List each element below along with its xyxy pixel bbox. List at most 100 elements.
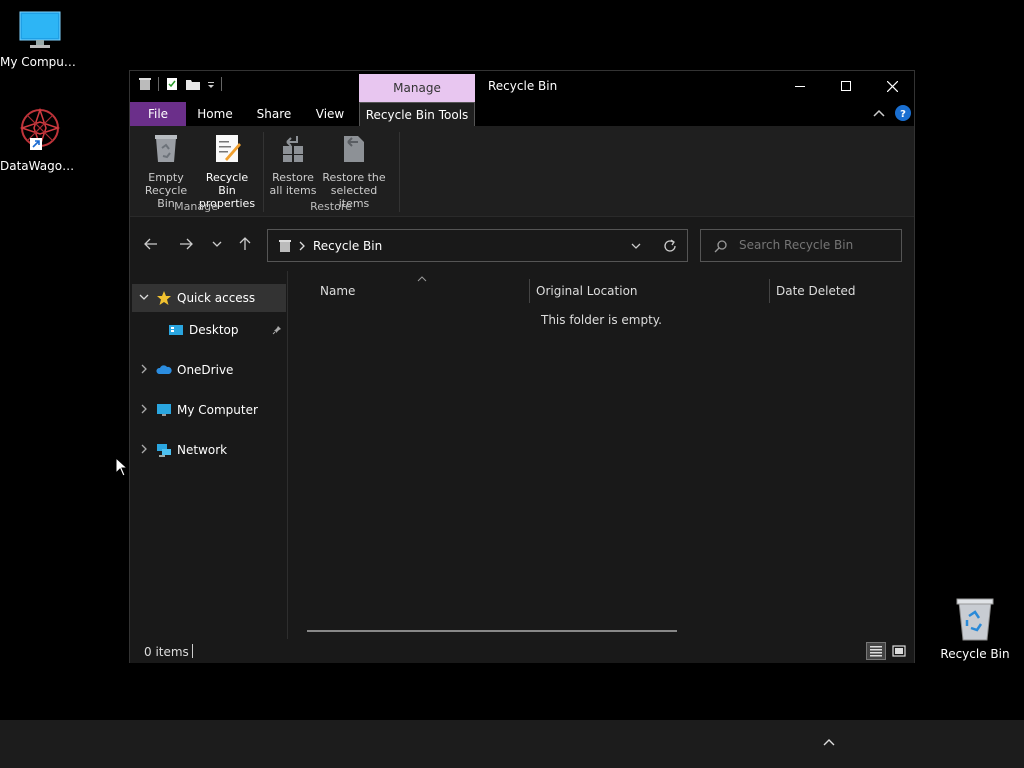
toolbar-separator — [221, 77, 222, 91]
close-button[interactable] — [869, 71, 915, 101]
address-path[interactable]: Recycle Bin — [313, 239, 382, 253]
star-icon — [157, 291, 171, 305]
nav-item-label: Network — [177, 443, 228, 457]
desktop-icon-label: DataWagon... — [0, 159, 80, 173]
minimize-icon — [795, 86, 805, 87]
empty-recycle-bin-icon — [155, 135, 177, 162]
ribbon-button-label: Recycle Bin — [205, 171, 249, 197]
properties-check-icon[interactable] — [165, 77, 179, 91]
chevron-up-icon — [823, 739, 835, 746]
chevron-right-icon[interactable] — [132, 444, 156, 457]
tab-recycle-bin-tools[interactable]: Recycle Bin Tools — [359, 102, 475, 126]
ribbon-button-label: Empty — [148, 171, 184, 184]
nav-item-desktop[interactable]: Desktop — [132, 316, 286, 344]
nav-item-label: Desktop — [189, 323, 239, 337]
large-icons-view-button[interactable] — [889, 642, 909, 660]
tab-file[interactable]: File — [130, 102, 186, 126]
tab-home[interactable]: Home — [192, 102, 238, 126]
column-separator[interactable] — [529, 279, 530, 303]
search-input[interactable] — [739, 238, 894, 252]
column-header-label: Date Deleted — [776, 284, 856, 298]
maximize-button[interactable] — [823, 71, 869, 101]
empty-recycle-bin-button[interactable]: Empty Recycle Bin — [135, 132, 197, 210]
restore-selected-items-button[interactable]: Restore the selected items — [316, 132, 392, 210]
desktop-icon-datawagon[interactable]: DataWagon... — [0, 106, 80, 173]
nav-item-label: OneDrive — [177, 363, 234, 377]
desktop-icon-label: My Computer — [0, 55, 80, 69]
status-bar: 0 items — [130, 639, 914, 663]
datawagon-shortcut-icon — [19, 107, 61, 150]
ribbon-tabs: File Home Share View Recycle Bin Tools ? — [130, 102, 914, 126]
column-header-label: Original Location — [536, 284, 638, 298]
help-button[interactable]: ? — [895, 105, 911, 121]
search-box[interactable] — [700, 229, 902, 262]
chevron-right-icon[interactable] — [132, 404, 156, 417]
customize-toolbar-chevron-icon[interactable] — [207, 77, 215, 91]
item-count: 0 items — [144, 645, 189, 659]
ribbon-separator — [399, 132, 400, 212]
desktop-icon-recycle-bin[interactable]: Recycle Bin — [935, 596, 1015, 661]
forward-button[interactable] — [176, 234, 196, 254]
close-icon — [886, 80, 898, 92]
restore-selected-icon — [344, 136, 364, 162]
contextual-tab-manage[interactable]: Manage — [359, 74, 475, 102]
recycle-bin-small-icon[interactable] — [138, 77, 152, 91]
recent-locations-button[interactable] — [207, 234, 227, 254]
arrow-right-icon — [180, 238, 193, 250]
column-header-label: Name — [320, 284, 356, 298]
show-hidden-icons-button[interactable] — [822, 736, 842, 752]
pin-icon[interactable] — [272, 325, 282, 335]
nav-item-onedrive[interactable]: OneDrive — [132, 356, 286, 384]
file-list: Name Original Location Date Deleted This… — [289, 271, 914, 639]
properties-icon — [216, 135, 241, 162]
desktop-icon-label: Recycle Bin — [940, 647, 1010, 661]
chevron-right-icon[interactable] — [132, 364, 156, 377]
column-header-name[interactable]: Name — [320, 277, 527, 305]
column-header-original-location[interactable]: Original Location — [536, 277, 766, 305]
nav-item-label: My Computer — [177, 403, 258, 417]
new-folder-icon[interactable] — [185, 77, 201, 91]
ribbon-group-restore-label: Restore — [310, 200, 352, 213]
details-view-icon — [870, 646, 882, 657]
minimize-button[interactable] — [777, 71, 823, 101]
toolbar-separator — [158, 77, 159, 91]
nav-item-my-computer[interactable]: My Computer — [132, 396, 286, 424]
chevron-up-icon — [873, 109, 885, 117]
back-button[interactable] — [141, 234, 161, 254]
breadcrumb-chevron-icon[interactable] — [298, 241, 306, 251]
recycle-bin-properties-button[interactable]: Recycle Bin properties — [196, 132, 258, 210]
restore-all-icon — [283, 136, 303, 162]
desktop-icon-my-computer[interactable]: My Computer — [0, 10, 80, 69]
address-bar[interactable]: Recycle Bin — [267, 229, 688, 262]
recycle-bin-small-icon — [279, 240, 291, 252]
up-button[interactable] — [235, 234, 255, 254]
address-dropdown-icon[interactable] — [630, 240, 642, 252]
tab-share[interactable]: Share — [250, 102, 298, 126]
quick-access-toolbar — [138, 77, 222, 91]
explorer-window: Manage Recycle Bin File Home Share View … — [129, 70, 915, 663]
collapse-ribbon-button[interactable] — [872, 107, 886, 121]
column-separator[interactable] — [769, 279, 770, 303]
nav-item-label: Quick access — [177, 291, 256, 305]
taskbar — [0, 720, 1024, 768]
monitor-icon — [19, 11, 61, 48]
nav-item-network[interactable]: Network — [132, 436, 286, 464]
ribbon-button-label: Restore — [272, 171, 314, 184]
tab-view[interactable]: View — [308, 102, 352, 126]
refresh-icon[interactable] — [663, 239, 677, 253]
mouse-cursor-icon — [115, 457, 127, 477]
horizontal-scrollbar[interactable] — [307, 630, 677, 632]
nav-item-quick-access[interactable]: Quick access — [132, 284, 286, 312]
restore-all-items-button[interactable]: Restore all items — [262, 132, 324, 197]
chevron-down-icon[interactable] — [132, 292, 156, 305]
chevron-down-icon — [212, 241, 222, 247]
arrow-left-icon — [144, 238, 157, 250]
status-separator — [192, 644, 193, 658]
recycle-bin-icon — [956, 598, 994, 641]
column-header-date-deleted[interactable]: Date Deleted — [776, 277, 906, 305]
search-icon — [714, 240, 727, 253]
network-icon — [157, 444, 171, 457]
empty-folder-message: This folder is empty. — [541, 313, 662, 327]
large-icons-view-icon — [892, 645, 906, 657]
details-view-button[interactable] — [866, 642, 886, 660]
